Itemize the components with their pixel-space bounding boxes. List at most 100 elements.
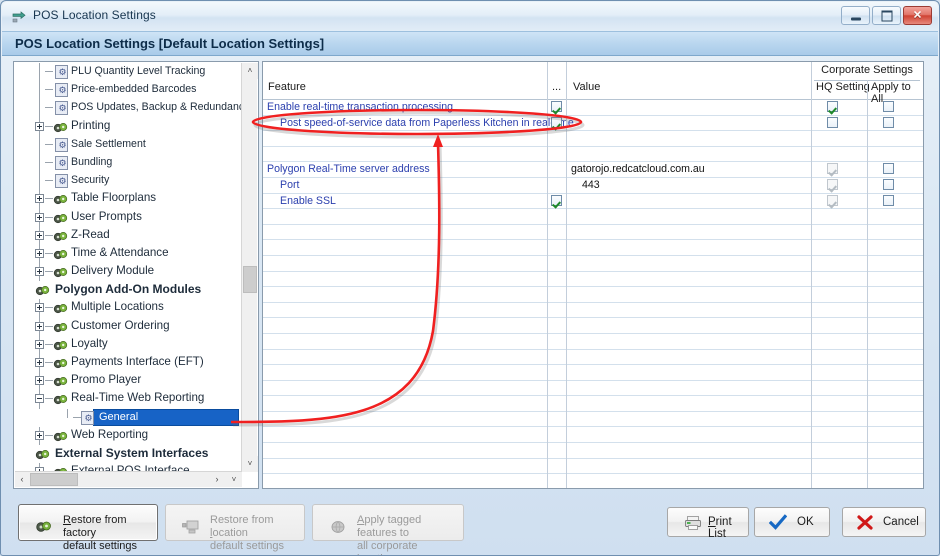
tree-expander-plus-icon[interactable]: [35, 321, 44, 331]
grid-row-empty: [263, 209, 923, 225]
tree-line: [45, 362, 53, 363]
tree-expander-plus-icon[interactable]: [35, 248, 44, 258]
close-button[interactable]: ✕: [903, 6, 932, 25]
tree-item-delivery-module[interactable]: Delivery Module: [15, 263, 242, 282]
tree-item-security[interactable]: ⚙ Security: [15, 172, 242, 191]
modules-icon: [53, 430, 69, 443]
maximize-button[interactable]: [872, 6, 901, 25]
feature-enabled-checkbox[interactable]: [551, 116, 562, 128]
restore-location-line1: Restore from location: [210, 514, 274, 539]
tree-horizontal-scrollbar[interactable]: ‹ › ˅: [15, 471, 242, 487]
tree-item-plu-quantity-level-tracking[interactable]: ⚙ PLU Quantity Level Tracking: [15, 63, 242, 82]
grid-row-empty: [263, 427, 923, 444]
minimize-button[interactable]: [841, 6, 870, 25]
tree-expander-plus-icon[interactable]: [35, 212, 44, 222]
grid-row[interactable]: Port 443: [263, 178, 923, 194]
settings-tree[interactable]: ⚙ PLU Quantity Level Tracking ⚙ Price-embed…: [15, 63, 242, 472]
tree-item-real-time-web-reporting[interactable]: Real-Time Web Reporting: [15, 390, 242, 409]
tree-item-polygon-add-on-modules[interactable]: Polygon Add-On Modules: [15, 281, 242, 299]
settings-page-icon: ⚙: [81, 410, 94, 425]
tree-item-label: Real-Time Web Reporting: [71, 391, 205, 405]
tree-item-web-reporting[interactable]: Web Reporting: [15, 426, 242, 445]
tree-vscroll-thumb[interactable]: [243, 266, 257, 293]
apply-to-all-checkbox[interactable]: [883, 194, 894, 206]
apply-to-all-checkbox[interactable]: [883, 116, 894, 128]
apply-to-all-checkbox[interactable]: [883, 178, 894, 190]
column-header-feature[interactable]: Feature: [268, 81, 306, 93]
scroll-down-icon[interactable]: ˅: [242, 456, 258, 472]
tree-expander-plus-icon[interactable]: [35, 430, 44, 440]
modules-icon: [53, 248, 69, 261]
tree-item-customer-ordering[interactable]: Customer Ordering: [15, 317, 242, 336]
tree-item-user-prompts[interactable]: User Prompts: [15, 208, 242, 227]
feature-value[interactable]: 443: [582, 179, 600, 191]
apply-to-all-checkbox[interactable]: [883, 101, 894, 112]
window-title: POS Location Settings: [33, 8, 156, 22]
tree-expander-plus-icon[interactable]: [35, 376, 44, 386]
grid-row[interactable]: [263, 131, 923, 147]
tree-item-label: Security: [71, 174, 110, 187]
grid-row[interactable]: Post speed-of-service data from Paperles…: [263, 116, 923, 132]
hq-setting-checkbox[interactable]: [827, 101, 838, 112]
cancel-button[interactable]: Cancel: [842, 507, 926, 537]
grid-row[interactable]: [263, 146, 923, 163]
tree-line: [45, 307, 53, 309]
restore-factory-defaults-button[interactable]: Restore from factory default settings: [18, 504, 158, 552]
column-header-value[interactable]: Value: [573, 81, 600, 93]
grid-divider-feature: [547, 100, 548, 488]
print-list-button[interactable]: Print List: [667, 507, 749, 540]
feature-enabled-checkbox[interactable]: [551, 194, 562, 206]
tree-item-loyalty[interactable]: Loyalty: [15, 335, 242, 354]
tree-item-payments-interface-eft[interactable]: Payments Interface (EFT): [15, 354, 242, 373]
grid-row-empty: [263, 240, 923, 256]
apply-to-all-checkbox[interactable]: [883, 163, 894, 175]
feature-label: Enable SSL: [280, 194, 336, 207]
tree-item-multiple-locations[interactable]: Multiple Locations: [15, 299, 242, 318]
tree-item-general[interactable]: ⚙ General: [15, 408, 242, 427]
grid-rows: Enable real-time transaction processing P…: [263, 100, 923, 488]
tree-item-z-read[interactable]: Z-Read: [15, 226, 242, 245]
tree-item-time-attendance[interactable]: Time & Attendance: [15, 244, 242, 264]
location-monitor-icon: [182, 519, 200, 535]
grid-row[interactable]: Enable real-time transaction processing: [263, 100, 923, 116]
restore-location-defaults-button[interactable]: Restore from location default settings: [165, 504, 305, 552]
apply-tagged-features-button[interactable]: Apply tagged features to all corporate l…: [312, 504, 464, 555]
tree-item-table-floorplans[interactable]: Table Floorplans: [15, 190, 242, 209]
tree-expander-plus-icon[interactable]: [35, 267, 44, 277]
tree-expander-plus-icon[interactable]: [35, 194, 44, 204]
tree-expander-plus-icon[interactable]: [35, 339, 44, 349]
feature-value[interactable]: gatorojo.redcatcloud.com.au: [571, 163, 705, 175]
tree-expander-plus-icon[interactable]: [35, 230, 44, 240]
tree-item-label: POS Updates, Backup & Redundancy: [71, 101, 242, 114]
scroll-left-icon[interactable]: ‹: [15, 472, 29, 487]
tree-item-sale-settlement[interactable]: ⚙ Sale Settlement: [15, 135, 242, 154]
tree-vertical-scrollbar[interactable]: ˄ ˅: [241, 63, 258, 472]
tree-item-external-system-interfaces[interactable]: External System Interfaces: [15, 445, 242, 463]
grid-row-empty: [263, 318, 923, 334]
tree-line: [39, 81, 40, 100]
tree-expander-minus-icon[interactable]: [35, 394, 44, 404]
tree-expander-plus-icon[interactable]: [35, 358, 44, 367]
tree-expander-plus-icon[interactable]: [35, 121, 44, 131]
hq-setting-checkbox: [827, 194, 838, 206]
ok-button[interactable]: OK: [754, 507, 830, 537]
hq-setting-checkbox[interactable]: [827, 116, 838, 128]
column-header-hq-setting[interactable]: HQ Setting: [816, 81, 870, 93]
grid-divider-hq: [867, 100, 868, 488]
tree-line: [45, 143, 53, 145]
footer-bar: Restore from factory default settings Re…: [2, 491, 938, 555]
tree-item-pos-updates-backup-redundancy[interactable]: ⚙ POS Updates, Backup & Redundancy: [15, 99, 242, 118]
grid-row[interactable]: Polygon Real-Time server address gatorojo…: [263, 162, 923, 178]
scroll-right-icon[interactable]: ›: [210, 472, 224, 487]
tree-item-price-embedded-barcodes[interactable]: ⚙ Price-embedded Barcodes: [15, 81, 242, 100]
tree-item-printing[interactable]: Printing: [15, 117, 242, 136]
settings-page-icon: ⚙: [55, 174, 68, 189]
scroll-up-icon[interactable]: ˄: [242, 63, 258, 79]
feature-enabled-checkbox[interactable]: [551, 101, 562, 112]
tree-item-bundling[interactable]: ⚙ Bundling: [15, 153, 242, 173]
tree-expander-plus-icon[interactable]: [35, 303, 44, 313]
tree-hscroll-thumb[interactable]: [30, 473, 78, 486]
grid-row[interactable]: Enable SSL: [263, 194, 923, 210]
tree-item-promo-player[interactable]: Promo Player: [15, 372, 242, 391]
column-header-dots[interactable]: ...: [552, 81, 561, 93]
